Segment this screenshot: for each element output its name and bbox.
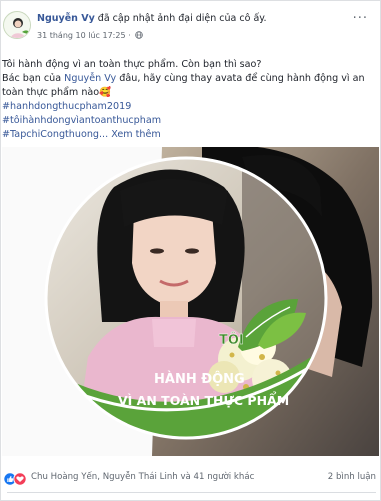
post-text-fragment: toàn thực phẩm nào <box>2 87 100 98</box>
post-text-line: Bác bạn của Nguyễn Vy đâu, hãy cùng thay… <box>2 72 378 86</box>
action-bar-divider <box>7 492 376 500</box>
author-name-link[interactable]: Nguyễn Vy <box>37 13 95 24</box>
globe-icon[interactable] <box>135 31 143 39</box>
post-text-fragment: Bác bạn của <box>2 73 65 84</box>
comment-count-link[interactable]: 2 bình luận <box>328 472 376 482</box>
dot-separator: · <box>128 31 131 40</box>
post-timestamp[interactable]: 31 tháng 10 lúc 17:25 <box>37 31 126 40</box>
frame-text-line1: TÔI <box>219 333 244 348</box>
post-text-line: toàn thực phẩm nào🥰 <box>2 86 378 100</box>
post-text-line: Tôi hành động vì an toàn thực phẩm. Còn … <box>2 59 262 70</box>
mention-link[interactable]: Nguyễn Vy <box>64 73 116 84</box>
emoji-icon: 🥰 <box>99 87 112 98</box>
frame-text-line3: VÌ AN TOÀN THỰC PHẨM <box>118 393 290 408</box>
post-card: Nguyễn Vy đã cập nhật ảnh đại diện của c… <box>0 0 381 501</box>
hashtag-link[interactable]: #hanhdongthucpham2019 <box>2 100 378 114</box>
frame-text-line2: HÀNH ĐỘNG <box>154 372 245 387</box>
reactions-bar: Chu Hoàng Yến, Nguyễn Thái Linh và 41 ng… <box>1 469 380 489</box>
hashtag-link[interactable]: #tôihànhdongvìantoanthucpham <box>2 114 378 128</box>
author-avatar[interactable] <box>3 11 31 39</box>
hashtag-link[interactable]: #TapchiCongthuong <box>2 129 99 140</box>
post-meta: 31 tháng 10 lúc 17:25 · <box>37 31 143 40</box>
avatar-image <box>4 12 30 38</box>
post-text-fragment: đâu, hãy cùng thay avata để cùng hành độ… <box>116 73 365 84</box>
post-action-text: đã cập nhật ảnh đại diện của cô ấy. <box>94 13 267 24</box>
see-more-link[interactable]: ... Xem thêm <box>99 129 161 140</box>
post-author-line: Nguyễn Vy đã cập nhật ảnh đại diện của c… <box>37 13 267 24</box>
profile-photo[interactable]: TÔI HÀNH ĐỘNG VÌ AN TOÀN THỰC PHẨM <box>2 147 379 456</box>
profile-photo-image <box>2 147 379 456</box>
like-love-icons <box>3 472 27 486</box>
reaction-names[interactable]: Chu Hoàng Yến, Nguyễn Thái Linh và 41 ng… <box>31 472 254 482</box>
post-text: Tôi hành động vì an toàn thực phẩm. Còn … <box>2 58 378 142</box>
post-header: Nguyễn Vy đã cập nhật ảnh đại diện của c… <box>1 1 380 53</box>
ellipsis-icon[interactable]: ··· <box>353 11 368 26</box>
post-text-line: #TapchiCongthuong... Xem thêm <box>2 128 378 142</box>
reaction-icons[interactable] <box>3 471 29 486</box>
